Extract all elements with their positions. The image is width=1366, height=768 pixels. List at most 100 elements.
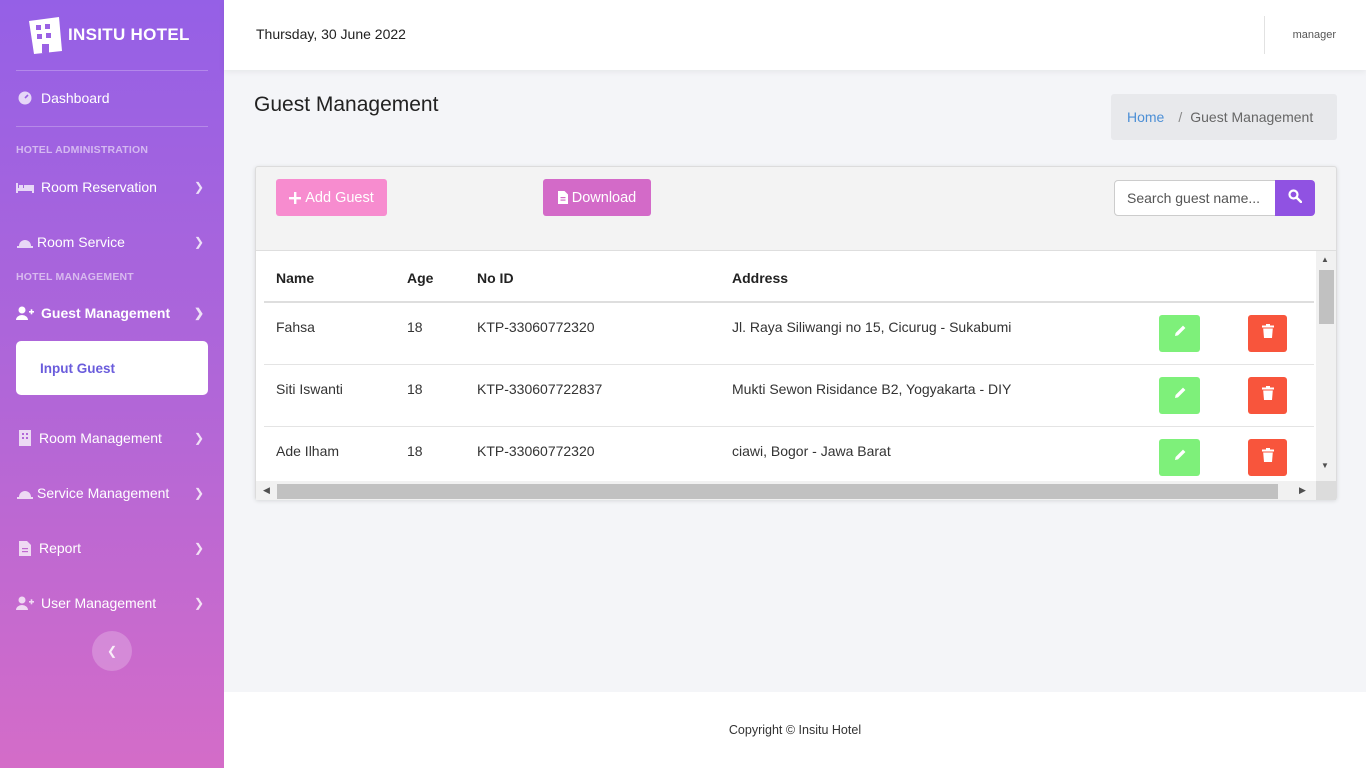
guest-table: Name Age No ID Address Fahsa 18 KTP-3306… bbox=[256, 250, 1336, 500]
plus-icon bbox=[289, 191, 302, 204]
cell-name: Ade Ilham bbox=[276, 443, 340, 459]
hotel-icon bbox=[26, 15, 66, 55]
delete-button[interactable] bbox=[1248, 315, 1287, 352]
sidebar-item-report[interactable]: Report ❯ bbox=[16, 539, 208, 557]
pencil-icon bbox=[1173, 324, 1187, 343]
user-menu[interactable]: manager bbox=[1293, 29, 1336, 41]
cell-address: ciawi, Bogor - Jawa Barat bbox=[732, 443, 891, 459]
scroll-down-arrow-icon[interactable]: ▼ bbox=[1321, 461, 1329, 470]
delete-button[interactable] bbox=[1248, 377, 1287, 414]
chevron-right-icon: ❯ bbox=[193, 306, 204, 320]
edit-button[interactable] bbox=[1159, 377, 1200, 414]
cell-age: 18 bbox=[407, 319, 423, 335]
sidebar-item-dashboard[interactable]: Dashboard bbox=[16, 89, 208, 107]
scrollbar-corner bbox=[1316, 481, 1336, 500]
building-icon bbox=[16, 429, 34, 447]
cell-age: 18 bbox=[407, 381, 423, 397]
trash-icon bbox=[1261, 324, 1274, 343]
brand[interactable]: INSITU HOTEL bbox=[0, 0, 224, 70]
scroll-right-arrow-icon[interactable]: ▶ bbox=[1299, 485, 1306, 496]
copyright-text: Copyright © Insitu Hotel bbox=[728, 723, 862, 737]
chevron-right-icon: ❯ bbox=[193, 541, 204, 555]
section-label-hotel-management: HOTEL MANAGEMENT bbox=[16, 271, 134, 283]
trash-icon bbox=[1261, 448, 1274, 467]
cell-id: KTP-330607722837 bbox=[477, 381, 603, 397]
sidebar-subitem-label: Input Guest bbox=[40, 360, 115, 376]
trash-icon bbox=[1261, 386, 1274, 405]
cell-id: KTP-33060772320 bbox=[477, 443, 595, 459]
chevron-right-icon: ❯ bbox=[193, 431, 204, 445]
sidebar-item-label: Room Management bbox=[39, 430, 162, 446]
chevron-right-icon: ❯ bbox=[193, 486, 204, 500]
horizontal-scrollbar[interactable]: ◀ ▶ bbox=[256, 481, 1316, 500]
sidebar: INSITU HOTEL Dashboard HOTEL ADMINISTRAT… bbox=[0, 0, 224, 768]
sidebar-item-label: Service Management bbox=[37, 485, 170, 501]
topbar: Thursday, 30 June 2022 manager bbox=[224, 0, 1366, 70]
sidebar-subitem-input-guest[interactable]: Input Guest bbox=[16, 341, 208, 395]
delete-button[interactable] bbox=[1248, 439, 1287, 476]
search-button[interactable] bbox=[1275, 180, 1315, 216]
divider bbox=[1264, 16, 1265, 54]
sidebar-item-label: Room Service bbox=[37, 234, 125, 250]
pencil-icon bbox=[1173, 448, 1187, 467]
cell-name: Siti Iswanti bbox=[276, 381, 343, 397]
column-header-address: Address bbox=[732, 270, 789, 286]
sidebar-item-label: Dashboard bbox=[41, 90, 110, 106]
sidebar-item-label: Report bbox=[39, 540, 82, 556]
edit-button[interactable] bbox=[1159, 315, 1200, 352]
breadcrumb-separator: / bbox=[1178, 109, 1183, 125]
breadcrumb-home-link[interactable]: Home bbox=[1127, 109, 1164, 125]
table-row: Siti Iswanti 18 KTP-330607722837 Mukti S… bbox=[264, 365, 1314, 427]
sidebar-toggle-button[interactable]: ❮ bbox=[92, 631, 132, 671]
scroll-left-arrow-icon[interactable]: ◀ bbox=[263, 485, 270, 496]
sidebar-item-room-management[interactable]: Room Management ❯ bbox=[16, 429, 208, 447]
user-plus-icon bbox=[16, 304, 34, 322]
service-bell-icon bbox=[16, 484, 34, 502]
horizontal-scroll-thumb[interactable] bbox=[277, 484, 1278, 499]
chevron-right-icon: ❯ bbox=[193, 180, 204, 194]
chevron-right-icon: ❯ bbox=[193, 596, 204, 610]
section-label-hotel-administration: HOTEL ADMINISTRATION bbox=[16, 144, 149, 156]
user-plus-icon bbox=[16, 594, 34, 612]
edit-button[interactable] bbox=[1159, 439, 1200, 476]
vertical-scrollbar[interactable]: ▲ ▼ bbox=[1316, 251, 1336, 481]
cell-id: KTP-33060772320 bbox=[477, 319, 595, 335]
table-row: Fahsa 18 KTP-33060772320 Jl. Raya Siliwa… bbox=[264, 303, 1314, 365]
guest-card: Add Guest Download Name Age No ID Addres… bbox=[255, 166, 1337, 500]
sidebar-item-guest-management[interactable]: Guest Management ❯ bbox=[16, 304, 208, 322]
download-label: Download bbox=[571, 189, 637, 206]
cell-address: Mukti Sewon Risidance B2, Yogyakarta - D… bbox=[732, 381, 1012, 397]
download-button[interactable]: Download bbox=[543, 179, 651, 216]
cell-address: Jl. Raya Siliwangi no 15, Cicurug - Suka… bbox=[732, 319, 1012, 335]
sidebar-item-user-management[interactable]: User Management ❯ bbox=[16, 594, 208, 612]
bed-icon bbox=[16, 178, 34, 196]
cell-name: Fahsa bbox=[276, 319, 315, 335]
pencil-icon bbox=[1173, 386, 1187, 405]
file-icon bbox=[16, 539, 34, 557]
divider bbox=[16, 70, 208, 71]
current-date: Thursday, 30 June 2022 bbox=[256, 26, 406, 42]
breadcrumb-current: Guest Management bbox=[1190, 109, 1314, 125]
column-header-age: Age bbox=[407, 270, 434, 286]
add-guest-button[interactable]: Add Guest bbox=[276, 179, 387, 216]
scroll-up-arrow-icon[interactable]: ▲ bbox=[1321, 255, 1329, 264]
search-icon bbox=[1288, 188, 1303, 208]
footer: Copyright © Insitu Hotel bbox=[224, 692, 1366, 768]
cell-age: 18 bbox=[407, 443, 423, 459]
search-input[interactable] bbox=[1114, 180, 1276, 216]
gauge-icon bbox=[16, 89, 34, 107]
sidebar-item-room-reservation[interactable]: Room Reservation ❯ bbox=[16, 178, 208, 196]
breadcrumb: Home / Guest Management bbox=[1111, 94, 1337, 140]
table-row: Ade Ilham 18 KTP-33060772320 ciawi, Bogo… bbox=[264, 427, 1314, 489]
vertical-scroll-thumb[interactable] bbox=[1319, 270, 1334, 324]
sidebar-item-room-service[interactable]: Room Service ❯ bbox=[16, 233, 208, 251]
sidebar-item-service-management[interactable]: Service Management ❯ bbox=[16, 484, 208, 502]
service-bell-icon bbox=[16, 233, 34, 251]
sidebar-item-label: Room Reservation bbox=[41, 179, 157, 195]
column-header-id: No ID bbox=[477, 270, 514, 286]
pdf-file-icon bbox=[557, 191, 568, 204]
page-title: Guest Management bbox=[254, 93, 439, 116]
divider bbox=[16, 126, 208, 127]
add-guest-label: Add Guest bbox=[305, 189, 374, 206]
sidebar-item-label: User Management bbox=[41, 595, 157, 611]
